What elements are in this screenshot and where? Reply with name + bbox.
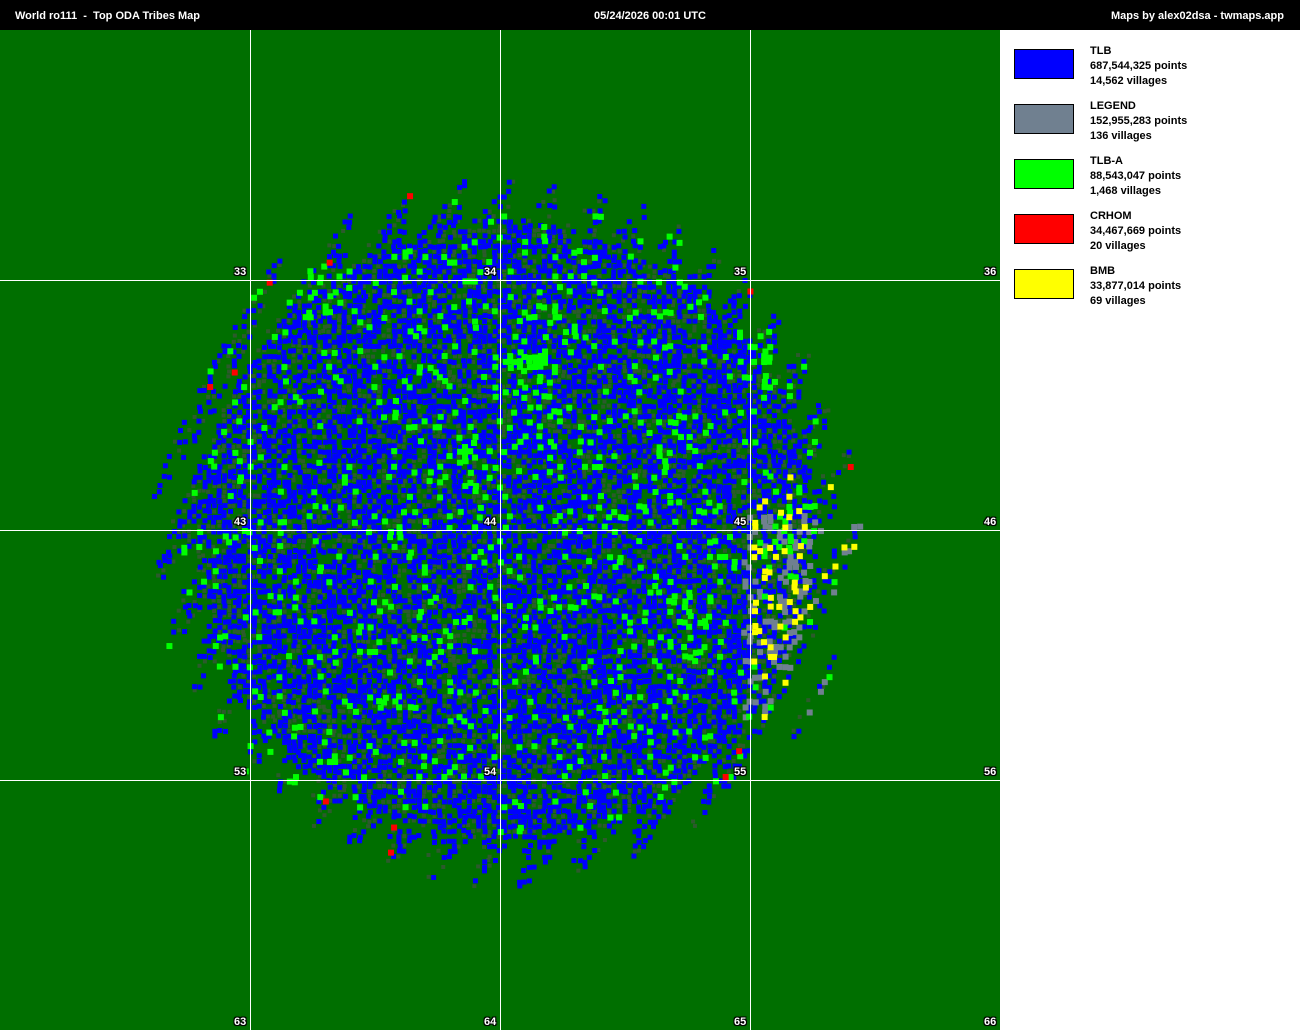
legend-tribe-villages: 20 villages	[1090, 240, 1146, 252]
world-map[interactable]: 33 34 35 36 43 44 45 46 53 54 55 56 63 64 65 66	[0, 30, 1000, 1030]
grid-line-horizontal	[0, 780, 1000, 781]
legend-tribe-points: 152,955,283 points	[1090, 115, 1188, 127]
continent-label: 64	[484, 1016, 497, 1028]
legend-item-bmb: BMB 33,877,014 points 69 villages	[1014, 264, 1294, 319]
legend-tribe-name: TLB	[1090, 45, 1112, 57]
continent-label: 35	[734, 266, 747, 278]
continent-label: 66	[984, 1016, 997, 1028]
continent-label: 63	[234, 1016, 247, 1028]
legend-tribe-villages: 69 villages	[1090, 295, 1146, 307]
legend-tribe-name: BMB	[1090, 265, 1116, 277]
legend-tribe-name: TLB-A	[1090, 155, 1123, 167]
continent-label: 53	[234, 766, 247, 778]
legend-item-legend: LEGEND 152,955,283 points 136 villages	[1014, 99, 1294, 154]
legend-tribe-points: 88,543,047 points	[1090, 170, 1182, 182]
legend-tribe-villages: 1,468 villages	[1090, 185, 1161, 197]
legend-swatch	[1014, 214, 1074, 244]
legend-tribe-name: LEGEND	[1090, 100, 1136, 112]
header-bar: World ro111 - Top ODA Tribes Map 05/24/2…	[0, 0, 1300, 30]
legend-tribe-villages: 14,562 villages	[1090, 75, 1168, 87]
grid-line-horizontal	[0, 530, 1000, 531]
legend-item-tlb: TLB 687,544,325 points 14,562 villages	[1014, 44, 1294, 99]
continent-label: 55	[734, 766, 747, 778]
legend-item-tlb-a: TLB-A 88,543,047 points 1,468 villages	[1014, 154, 1294, 209]
map-timestamp: 05/24/2026 00:01 UTC	[594, 10, 706, 22]
legend-tribe-points: 33,877,014 points	[1090, 280, 1182, 292]
continent-label: 46	[984, 516, 997, 528]
legend-swatch	[1014, 159, 1074, 189]
continent-label: 45	[734, 516, 747, 528]
legend-swatch	[1014, 104, 1074, 134]
map-credit: Maps by alex02dsa - twmaps.app	[1110, 10, 1284, 22]
continent-label: 65	[734, 1016, 747, 1028]
continent-label: 54	[484, 766, 497, 778]
legend-tribe-name: CRHOM	[1090, 210, 1132, 222]
legend-swatch	[1014, 269, 1074, 299]
continent-label: 56	[984, 766, 997, 778]
legend-swatch	[1014, 49, 1074, 79]
legend-tribe-points: 687,544,325 points	[1090, 60, 1188, 72]
legend-tribe-points: 34,467,669 points	[1090, 225, 1182, 237]
legend-item-crhom: CRHOM 34,467,669 points 20 villages	[1014, 209, 1294, 264]
continent-label: 34	[484, 266, 497, 278]
continent-label: 33	[234, 266, 247, 278]
grid-line-vertical	[750, 30, 751, 1030]
villages-tlb	[152, 179, 858, 889]
legend-tribe-villages: 136 villages	[1090, 130, 1152, 142]
continent-label: 36	[984, 266, 997, 278]
continent-label: 44	[484, 516, 497, 528]
map-title: World ro111 - Top ODA Tribes Map	[15, 10, 200, 22]
tribe-legend: TLB 687,544,325 points 14,562 villages L…	[1014, 44, 1294, 319]
continent-label: 43	[234, 516, 247, 528]
